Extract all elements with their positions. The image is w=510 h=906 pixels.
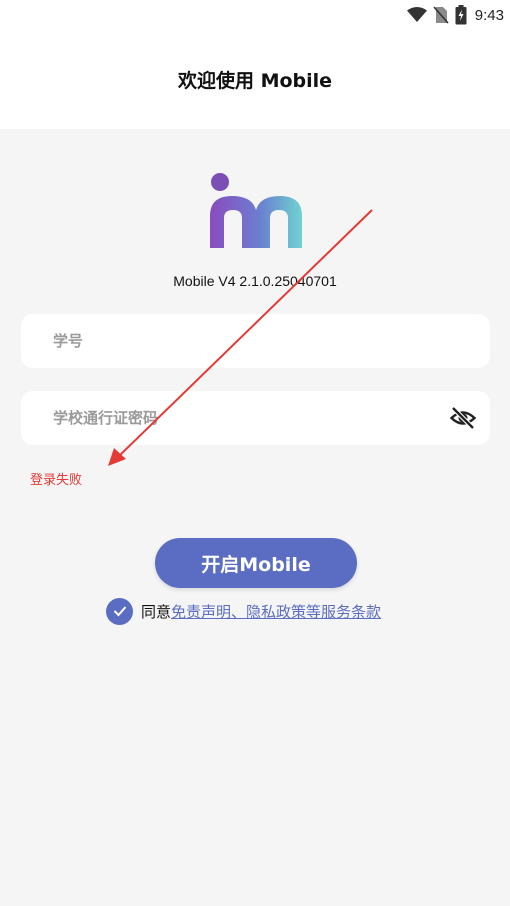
agreement-checkbox[interactable] (106, 597, 133, 625)
check-icon (113, 606, 126, 617)
agreement-row: 同意 免责声明、隐私政策等服务条款 (106, 597, 381, 625)
terms-link[interactable]: 免责声明、隐私政策等服务条款 (171, 601, 381, 622)
header-area: 9:43 欢迎使用 Mobile (0, 0, 510, 129)
status-bar: 9:43 (406, 4, 504, 26)
agreement-prefix: 同意 (141, 602, 172, 621)
password-field[interactable] (21, 391, 490, 445)
battery-charging-icon (455, 5, 467, 25)
eye-off-icon[interactable] (450, 406, 476, 430)
annotation-arrow (108, 209, 373, 466)
student-id-input[interactable] (53, 314, 433, 368)
password-input[interactable] (53, 391, 433, 445)
wifi-icon (406, 7, 427, 22)
app-logo-icon (210, 173, 302, 248)
start-mobile-button[interactable]: 开启Mobile (155, 538, 357, 588)
no-sim-icon (433, 6, 449, 24)
student-id-field[interactable] (21, 314, 490, 368)
login-error-message: 登录失败 (30, 473, 83, 488)
status-time: 9:43 (474, 6, 504, 24)
app-version: Mobile V4 2.1.0.25040701 (173, 273, 337, 289)
page-title: 欢迎使用 Mobile (177, 70, 333, 92)
